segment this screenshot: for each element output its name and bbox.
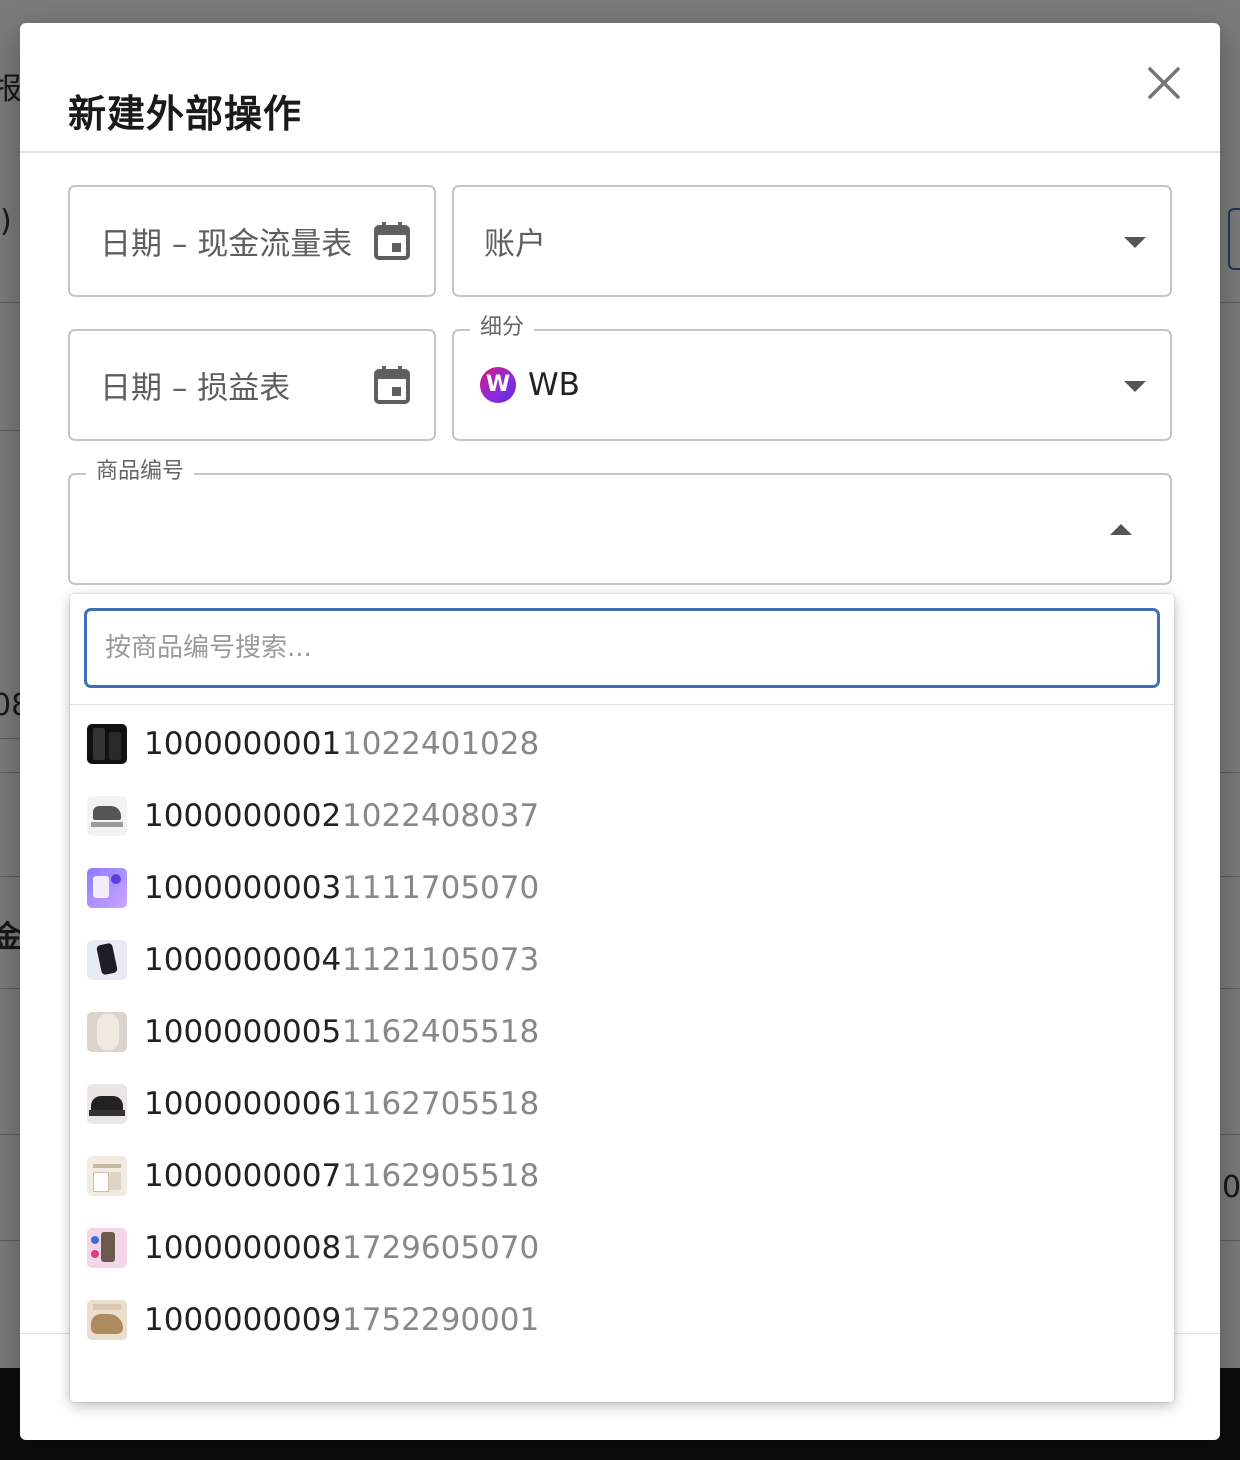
product-option[interactable]: 1000000009 1752290001	[70, 1284, 1174, 1356]
product-article: 1022401028	[342, 726, 540, 762]
product-article: 1162405518	[342, 1014, 540, 1050]
date-cashflow-field[interactable]: 日期 – 现金流量表	[68, 185, 436, 297]
date-cashflow-placeholder: 日期 – 现金流量表	[100, 226, 353, 263]
product-code-label: 商品编号	[86, 457, 195, 487]
product-option[interactable]: 1000000004 1121105073	[70, 924, 1174, 996]
product-thumbnail	[87, 1084, 127, 1124]
product-search-box[interactable]	[84, 608, 1160, 688]
chevron-down-icon	[1124, 381, 1146, 392]
account-select[interactable]: 账户	[452, 185, 1172, 297]
product-code: 1000000003	[144, 870, 342, 906]
title-divider	[20, 151, 1220, 153]
product-article: 1121105073	[342, 942, 540, 978]
dropdown-divider	[70, 704, 1174, 705]
product-thumbnail	[87, 1228, 127, 1268]
calendar-icon[interactable]	[372, 364, 412, 406]
product-thumbnail	[87, 1156, 127, 1196]
product-search-input[interactable]	[87, 611, 1157, 685]
account-placeholder: 账户	[484, 226, 546, 263]
product-code: 1000000008	[144, 1230, 342, 1266]
product-article: 1162705518	[342, 1086, 540, 1122]
product-thumbnail	[87, 1012, 127, 1052]
close-icon	[1148, 67, 1180, 99]
product-option[interactable]: 1000000006 1162705518	[70, 1068, 1174, 1140]
product-code-select[interactable]: 商品编号	[68, 457, 1172, 585]
product-code: 1000000005	[144, 1014, 342, 1050]
chevron-down-icon	[1124, 237, 1146, 248]
product-option[interactable]: 1000000002 1022408037	[70, 780, 1174, 852]
product-code: 1000000009	[144, 1302, 342, 1338]
product-thumbnail	[87, 868, 127, 908]
wb-logo: W	[480, 367, 516, 403]
close-button[interactable]	[1140, 59, 1188, 107]
product-article: 1162905518	[342, 1158, 540, 1194]
product-option[interactable]: 1000000005 1162405518	[70, 996, 1174, 1068]
product-thumbnail	[87, 940, 127, 980]
product-code: 1000000004	[144, 942, 342, 978]
product-code: 1000000007	[144, 1158, 342, 1194]
product-thumbnail	[87, 724, 127, 764]
segment-label: 细分	[470, 313, 535, 343]
segment-value: WB	[528, 367, 580, 403]
product-thumbnail	[87, 796, 127, 836]
product-option[interactable]: 1000000003 1111705070	[70, 852, 1174, 924]
segment-select[interactable]: 细分 W WB	[452, 313, 1172, 441]
product-thumbnail	[87, 1300, 127, 1340]
product-article: 1022408037	[342, 798, 540, 834]
product-code-dropdown: 1000000001 1022401028 1000000002 1022408…	[70, 594, 1174, 1402]
chevron-up-icon[interactable]	[1110, 524, 1132, 535]
product-code: 1000000001	[144, 726, 342, 762]
product-code: 1000000006	[144, 1086, 342, 1122]
date-pnl-placeholder: 日期 – 损益表	[100, 370, 291, 407]
product-code: 1000000002	[144, 798, 342, 834]
calendar-icon[interactable]	[372, 220, 412, 262]
product-option[interactable]: 1000000008 1729605070	[70, 1212, 1174, 1284]
product-option[interactable]: 1000000007 1162905518	[70, 1140, 1174, 1212]
dialog-title: 新建外部操作	[68, 92, 303, 136]
product-article: 1752290001	[342, 1302, 540, 1338]
product-option[interactable]: 1000000001 1022401028	[70, 708, 1174, 780]
date-pnl-field[interactable]: 日期 – 损益表	[68, 329, 436, 441]
product-article: 1729605070	[342, 1230, 540, 1266]
product-article: 1111705070	[342, 870, 540, 906]
